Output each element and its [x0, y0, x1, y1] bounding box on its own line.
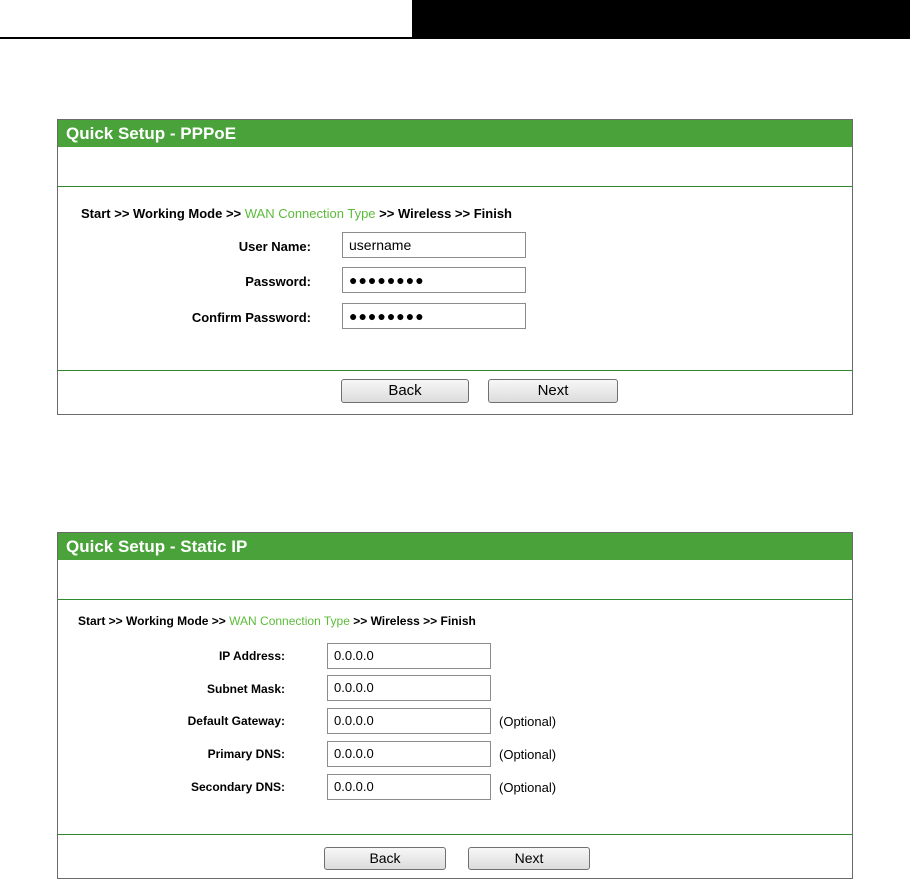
default-gateway-note: (Optional)	[499, 714, 557, 729]
static-ip-breadcrumb: Start >> Working Mode >> WAN Connection …	[78, 614, 476, 628]
pppoe-divider-top	[58, 186, 852, 187]
username-input[interactable]: username	[342, 232, 526, 258]
breadcrumb-start: Start >> Working Mode >>	[81, 206, 245, 221]
default-gateway-label: Default Gateway:	[187, 714, 285, 728]
header-black-bar	[412, 0, 910, 39]
primary-dns-input[interactable]: 0.0.0.0	[327, 741, 491, 767]
breadcrumb-active-step: WAN Connection Type	[229, 614, 350, 628]
subnet-mask-label: Subnet Mask:	[206, 682, 285, 696]
static-ip-panel: Quick Setup - Static IP Start >> Working…	[57, 532, 853, 879]
back-button[interactable]: Back	[341, 379, 469, 403]
primary-dns-label: Primary DNS:	[207, 747, 285, 761]
back-button[interactable]: Back	[324, 847, 446, 870]
secondary-dns-label: Secondary DNS:	[190, 780, 285, 794]
password-label: Password:	[245, 274, 311, 289]
primary-dns-note: (Optional)	[499, 747, 557, 762]
static-ip-divider-top	[58, 599, 852, 600]
breadcrumb-end: >> Wireless >> Finish	[375, 206, 512, 221]
default-gateway-input[interactable]: 0.0.0.0	[327, 708, 491, 734]
ip-address-label: IP Address:	[218, 649, 285, 663]
breadcrumb-start: Start >> Working Mode >>	[78, 614, 230, 628]
ip-address-input[interactable]: 0.0.0.0	[327, 643, 491, 669]
next-button[interactable]: Next	[488, 379, 618, 403]
pppoe-panel: Quick Setup - PPPoE Start >> Working Mod…	[57, 119, 853, 415]
subnet-mask-input[interactable]: 0.0.0.0	[327, 675, 491, 701]
username-label: User Name:	[238, 239, 311, 254]
static-ip-title: Quick Setup - Static IP	[58, 533, 852, 560]
secondary-dns-input[interactable]: 0.0.0.0	[327, 774, 491, 800]
next-button[interactable]: Next	[468, 847, 590, 870]
pppoe-divider-bottom	[58, 370, 852, 371]
secondary-dns-note: (Optional)	[499, 780, 557, 795]
breadcrumb-end: >> Wireless >> Finish	[349, 614, 476, 628]
confirm-password-input[interactable]: ●●●●●●●●	[342, 303, 526, 329]
pppoe-breadcrumb: Start >> Working Mode >> WAN Connection …	[81, 206, 512, 221]
header-rule	[0, 37, 412, 39]
confirm-password-label: Confirm Password:	[191, 310, 311, 325]
pppoe-title: Quick Setup - PPPoE	[58, 120, 852, 147]
password-input[interactable]: ●●●●●●●●	[342, 267, 526, 293]
breadcrumb-active-step: WAN Connection Type	[244, 206, 376, 221]
static-ip-divider-bottom	[58, 834, 852, 835]
